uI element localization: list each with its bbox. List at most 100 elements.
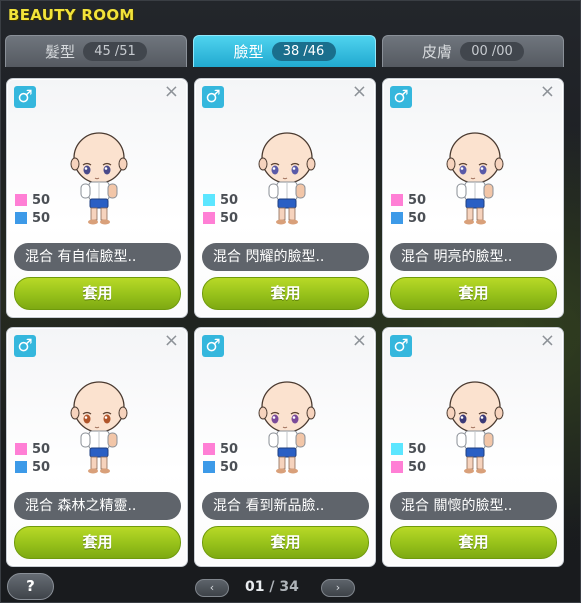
face-card[interactable]: ♂ × 50 50 混合 閃耀的臉型.. 套用 (194, 78, 376, 318)
card-stats: 50 50 (15, 440, 50, 476)
chevron-left-icon: ‹ (209, 581, 215, 594)
face-name-label: 混合 閃耀的臉型.. (202, 243, 369, 271)
stat-value: 50 (408, 210, 427, 226)
stat-value: 50 (408, 441, 427, 457)
close-icon[interactable]: × (540, 83, 555, 101)
face-name-label: 混合 有自信臉型.. (14, 243, 181, 271)
stat-color-swatch (15, 461, 27, 473)
character-preview (446, 381, 504, 474)
stat-value: 50 (32, 210, 51, 226)
character-preview (446, 132, 504, 225)
stat-color-swatch (391, 194, 403, 206)
stat-row: 50 (391, 440, 426, 458)
face-card[interactable]: ♂ × 50 50 混合 森林之精靈.. 套用 (6, 327, 188, 567)
stat-color-swatch (203, 212, 215, 224)
face-card[interactable]: ♂ × 50 50 混合 明亮的臉型.. 套用 (382, 78, 564, 318)
male-gender-icon: ♂ (390, 335, 412, 357)
stat-value: 50 (220, 192, 239, 208)
stat-row: 50 (391, 209, 426, 227)
window-title: BEAUTY ROOM (8, 6, 135, 24)
character-preview (258, 132, 316, 225)
card-stats: 50 50 (203, 440, 238, 476)
stat-color-swatch (15, 194, 27, 206)
character-preview (258, 381, 316, 474)
stat-color-swatch (203, 461, 215, 473)
male-gender-icon: ♂ (202, 86, 224, 108)
pagination: ‹ 01 / 34 › (195, 579, 355, 599)
stat-value: 50 (220, 210, 239, 226)
face-card[interactable]: ♂ × 50 50 混合 看到新品臉.. 套用 (194, 327, 376, 567)
stat-row: 50 (203, 440, 238, 458)
face-card[interactable]: ♂ × 50 50 混合 關懷的臉型.. 套用 (382, 327, 564, 567)
prev-page-button[interactable]: ‹ (195, 579, 229, 597)
stat-row: 50 (203, 209, 238, 227)
stat-color-swatch (203, 194, 215, 206)
stat-value: 50 (32, 441, 51, 457)
stat-color-swatch (15, 212, 27, 224)
stat-value: 50 (220, 441, 239, 457)
stat-row: 50 (15, 209, 50, 227)
card-stats: 50 50 (203, 191, 238, 227)
stat-value: 50 (408, 459, 427, 475)
face-name-label: 混合 關懷的臉型.. (390, 492, 557, 520)
apply-button[interactable]: 套用 (202, 277, 369, 310)
tab-hair-label: 髮型 (44, 43, 75, 61)
page-indicator: 01 / 34 (245, 579, 299, 595)
apply-button[interactable]: 套用 (14, 277, 181, 310)
character-preview (70, 381, 128, 474)
face-card[interactable]: ♂ × 50 50 混合 有自信臉型.. 套用 (6, 78, 188, 318)
card-stats: 50 50 (15, 191, 50, 227)
category-tabs: 髮型 45 /51 臉型 38 /46 皮膚 00 /00 (5, 35, 577, 67)
page-total: 34 (279, 579, 299, 595)
close-icon[interactable]: × (352, 332, 367, 350)
male-gender-icon: ♂ (14, 86, 36, 108)
stat-row: 50 (203, 458, 238, 476)
apply-button[interactable]: 套用 (390, 526, 557, 559)
stat-row: 50 (15, 458, 50, 476)
stat-value: 50 (408, 192, 427, 208)
stat-color-swatch (15, 443, 27, 455)
apply-button[interactable]: 套用 (202, 526, 369, 559)
stat-value: 50 (220, 459, 239, 475)
male-gender-icon: ♂ (390, 86, 412, 108)
tab-skin-count: 00 /00 (460, 42, 524, 61)
tab-face[interactable]: 臉型 38 /46 (193, 35, 376, 67)
face-name-label: 混合 看到新品臉.. (202, 492, 369, 520)
apply-button[interactable]: 套用 (14, 526, 181, 559)
close-icon[interactable]: × (540, 332, 555, 350)
stat-row: 50 (15, 191, 50, 209)
tab-skin[interactable]: 皮膚 00 /00 (382, 35, 564, 67)
stat-row: 50 (15, 440, 50, 458)
beauty-room-window: BEAUTY ROOM 髮型 45 /51 臉型 38 /46 皮膚 00 /0… (0, 0, 581, 603)
stat-color-swatch (391, 443, 403, 455)
character-preview (70, 132, 128, 225)
close-icon[interactable]: × (164, 83, 179, 101)
stat-row: 50 (391, 191, 426, 209)
stat-color-swatch (203, 443, 215, 455)
tab-skin-label: 皮膚 (421, 43, 452, 61)
next-page-button[interactable]: › (321, 579, 355, 597)
page-current: 01 (245, 579, 265, 595)
stat-value: 50 (32, 459, 51, 475)
tab-face-count: 38 /46 (271, 42, 336, 61)
stat-row: 50 (203, 191, 238, 209)
stat-color-swatch (391, 212, 403, 224)
page-separator: / (264, 579, 280, 595)
close-icon[interactable]: × (164, 332, 179, 350)
help-button[interactable]: ? (7, 573, 54, 600)
stat-value: 50 (32, 192, 51, 208)
card-stats: 50 50 (391, 191, 426, 227)
tab-face-label: 臉型 (233, 43, 264, 61)
chevron-right-icon: › (335, 581, 341, 594)
tab-hair-count: 45 /51 (83, 42, 147, 61)
stat-row: 50 (391, 458, 426, 476)
card-stats: 50 50 (391, 440, 426, 476)
face-name-label: 混合 森林之精靈.. (14, 492, 181, 520)
tab-hair[interactable]: 髮型 45 /51 (5, 35, 187, 67)
apply-button[interactable]: 套用 (390, 277, 557, 310)
close-icon[interactable]: × (352, 83, 367, 101)
male-gender-icon: ♂ (202, 335, 224, 357)
male-gender-icon: ♂ (14, 335, 36, 357)
face-name-label: 混合 明亮的臉型.. (390, 243, 557, 271)
stat-color-swatch (391, 461, 403, 473)
